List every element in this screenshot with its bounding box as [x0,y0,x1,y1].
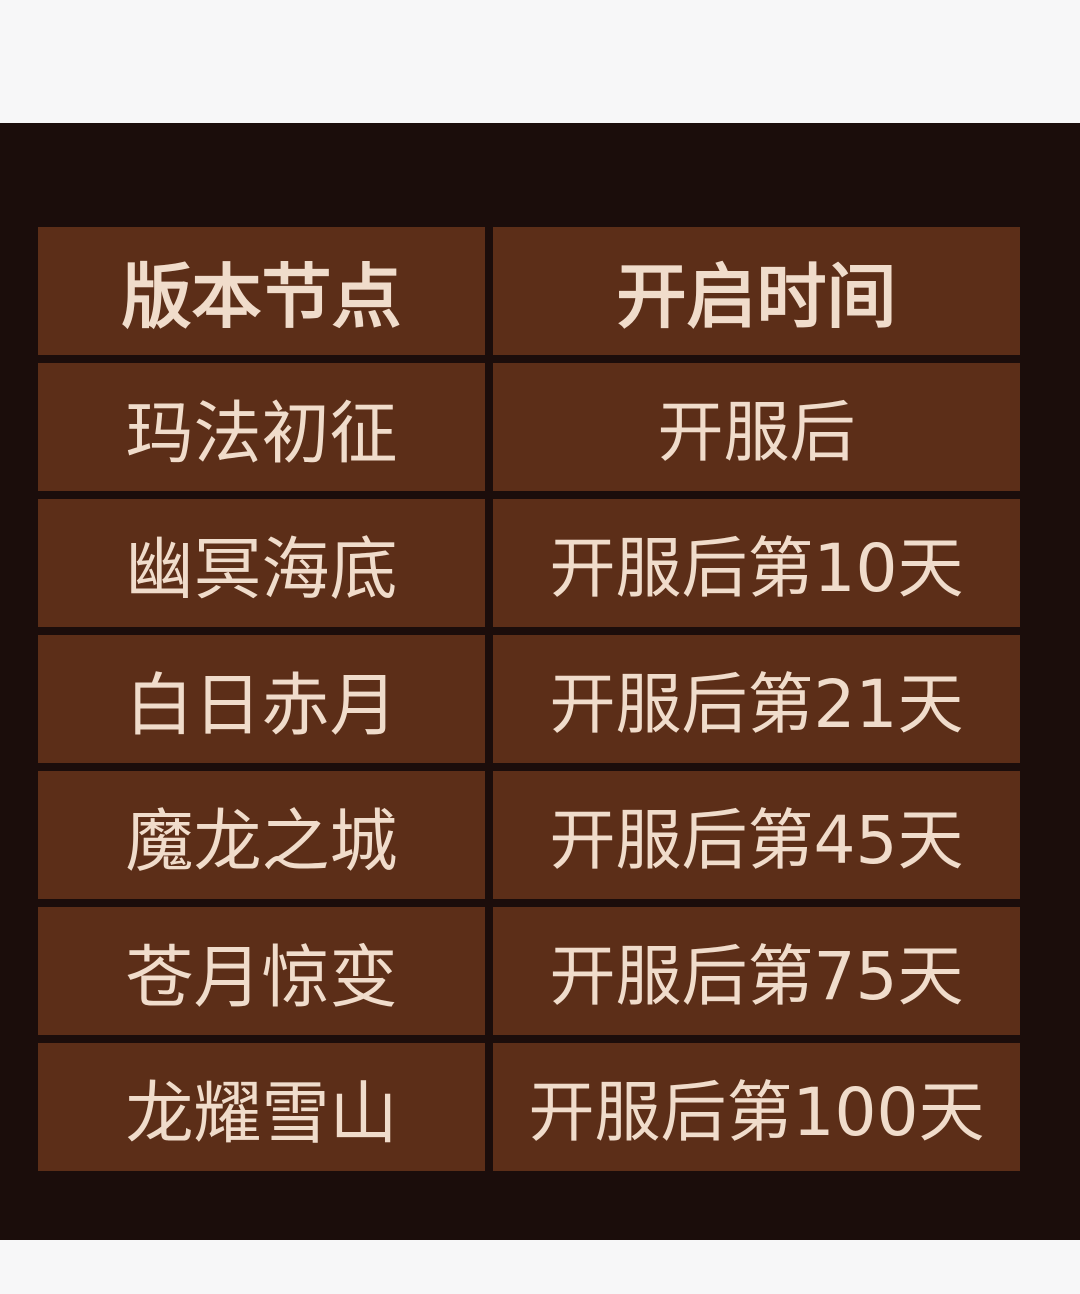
table-row: 幽冥海底 开服后第10天 [38,499,1022,627]
time-cell: 开服后第45天 [493,771,1020,899]
version-cell: 白日赤月 [38,635,485,763]
version-cell: 苍月惊变 [38,907,485,1035]
time-cell: 开服后第21天 [493,635,1020,763]
version-cell: 玛法初征 [38,363,485,491]
time-cell: 开服后第10天 [493,499,1020,627]
table-row: 玛法初征 开服后 [38,363,1022,491]
content-panel: 版本节点 开启时间 玛法初征 开服后 幽冥海底 开服后第10天 白日赤月 开服后… [0,123,1080,1240]
time-cell: 开服后第75天 [493,907,1020,1035]
version-cell: 魔龙之城 [38,771,485,899]
table-row: 龙耀雪山 开服后第100天 [38,1043,1022,1171]
table-row: 魔龙之城 开服后第45天 [38,771,1022,899]
header-open-time: 开启时间 [493,227,1020,355]
version-schedule-table: 版本节点 开启时间 玛法初征 开服后 幽冥海底 开服后第10天 白日赤月 开服后… [38,227,1022,1179]
table-header-row: 版本节点 开启时间 [38,227,1022,355]
version-cell: 幽冥海底 [38,499,485,627]
header-version-node: 版本节点 [38,227,485,355]
time-cell: 开服后 [493,363,1020,491]
table-row: 苍月惊变 开服后第75天 [38,907,1022,1035]
version-cell: 龙耀雪山 [38,1043,485,1171]
table-row: 白日赤月 开服后第21天 [38,635,1022,763]
time-cell: 开服后第100天 [493,1043,1020,1171]
